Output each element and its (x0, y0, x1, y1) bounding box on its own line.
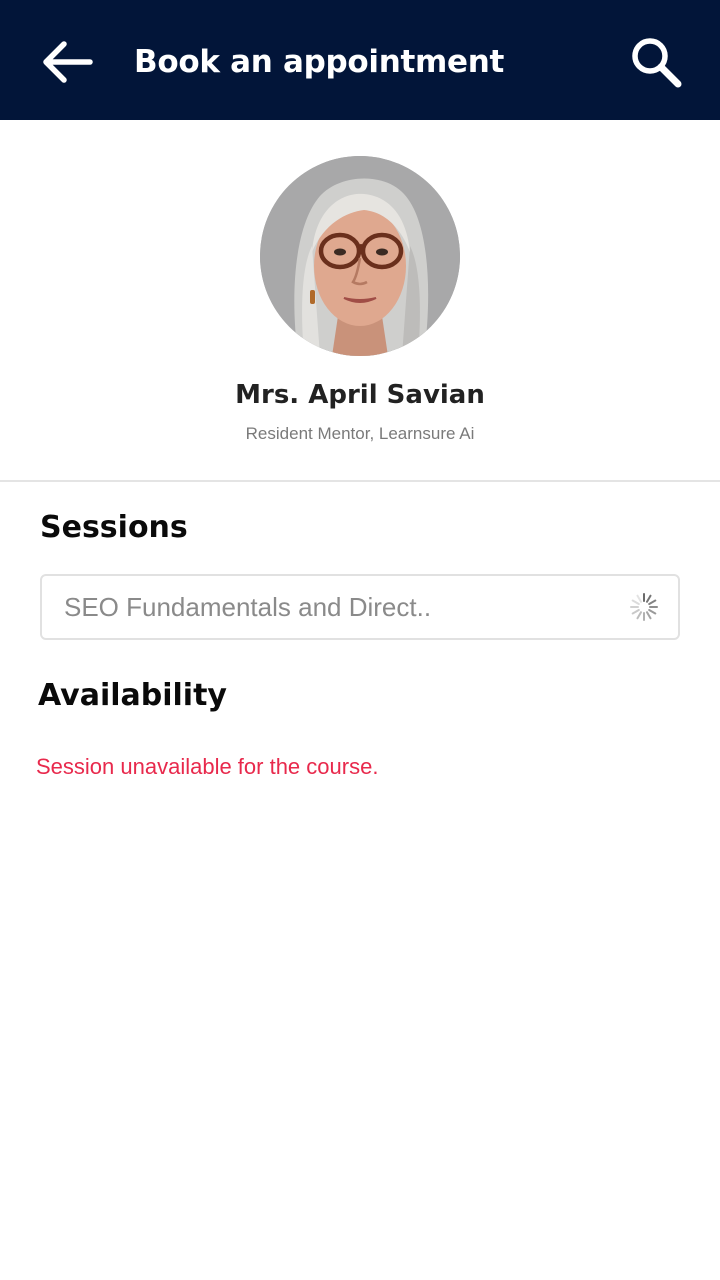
back-button[interactable] (36, 36, 96, 88)
availability-error-message: Session unavailable for the course. (36, 754, 379, 779)
session-dropdown[interactable]: SEO Fundamentals and Direct.. (40, 574, 680, 640)
search-icon (632, 38, 682, 88)
page-title: Book an appointment (134, 44, 505, 80)
section-divider (0, 480, 720, 482)
loading-spinner-icon (630, 593, 658, 621)
mentor-avatar (260, 156, 460, 356)
mentor-role: Resident Mentor, Learnsure Ai (245, 424, 475, 443)
arrow-left-icon (43, 41, 93, 83)
mentor-name: Mrs. April Savian (235, 380, 485, 410)
availability-heading: Availability (38, 678, 227, 713)
search-button[interactable] (626, 32, 686, 92)
app-header: Book an appointment (0, 0, 720, 120)
session-selected-value: SEO Fundamentals and Direct.. (64, 592, 432, 622)
book-appointment-screen: Book an appointment Mrs. April Savian Re… (0, 0, 720, 1280)
mentor-portrait (260, 156, 460, 356)
sessions-heading: Sessions (40, 510, 188, 545)
